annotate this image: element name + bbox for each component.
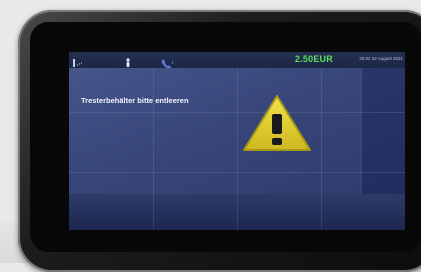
grid-line: [321, 52, 322, 230]
grid-line: [153, 52, 154, 230]
warning-icon: [240, 92, 314, 154]
status-bar: 2.50EUR 20:02 22 August 2021: [69, 52, 405, 69]
grid-line: [69, 112, 405, 113]
grid-line: [237, 52, 238, 230]
error-message: Tresterbehälter bitte entleeren: [81, 96, 189, 105]
phone-icon[interactable]: [161, 55, 174, 69]
person-icon[interactable]: [123, 55, 133, 67]
message-panel: [69, 68, 362, 194]
display-screen: 2.50EUR 20:02 22 August 2021 Tresterbehä…: [69, 52, 405, 230]
wifi-icon[interactable]: [73, 55, 83, 67]
price-display: 2.50EUR: [295, 54, 333, 64]
datetime-display: 20:02 22 August 2021: [359, 56, 403, 61]
grid-line: [69, 172, 405, 173]
